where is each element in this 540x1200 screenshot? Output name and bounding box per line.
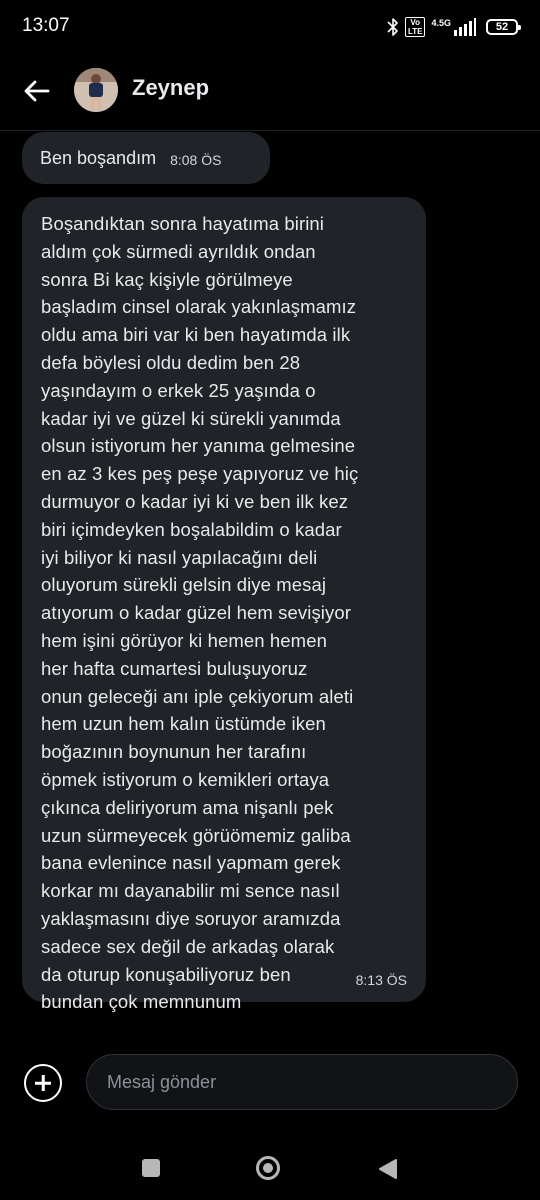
network-type-icon: 4.5G	[431, 18, 476, 36]
system-nav-bar	[0, 1140, 540, 1200]
volte-icon: Vo LTE	[404, 17, 426, 37]
chat-header: Zeynep	[0, 56, 540, 128]
battery-level: 52	[495, 21, 509, 33]
contact-name[interactable]: Zeynep	[132, 75, 209, 101]
recent-apps-icon[interactable]	[142, 1159, 160, 1177]
message-bubble[interactable]: Boşandıktan sonra hayatıma birini aldım …	[22, 197, 426, 1012]
header-divider	[0, 130, 540, 131]
bluetooth-icon	[387, 18, 398, 36]
status-icons: Vo LTE 4.5G 52	[387, 14, 521, 40]
message-text: Ben boşandım	[40, 147, 157, 168]
network-type-label: 4.5G	[431, 18, 451, 28]
message-time: 8:08 ÖS	[170, 151, 222, 168]
arrow-left-icon[interactable]	[18, 74, 56, 108]
avatar-image	[74, 68, 118, 112]
message-bubble[interactable]: Ben boşandım 8:08 ÖS	[22, 132, 270, 184]
message-time: 8:13 ÖS	[355, 972, 407, 988]
battery-icon: 52	[486, 19, 521, 35]
message-input[interactable]	[86, 1054, 518, 1110]
message-text: Boşandıktan sonra hayatıma birini aldım …	[41, 213, 359, 1013]
status-bar: 13:07 Vo LTE 4.5G 52	[0, 0, 540, 56]
back-triangle-icon[interactable]	[378, 1158, 398, 1180]
home-icon[interactable]	[256, 1156, 280, 1180]
status-time: 13:07	[22, 15, 70, 36]
add-media-button[interactable]	[24, 1064, 62, 1102]
signal-strength-icon	[454, 18, 476, 36]
avatar[interactable]	[74, 68, 118, 112]
